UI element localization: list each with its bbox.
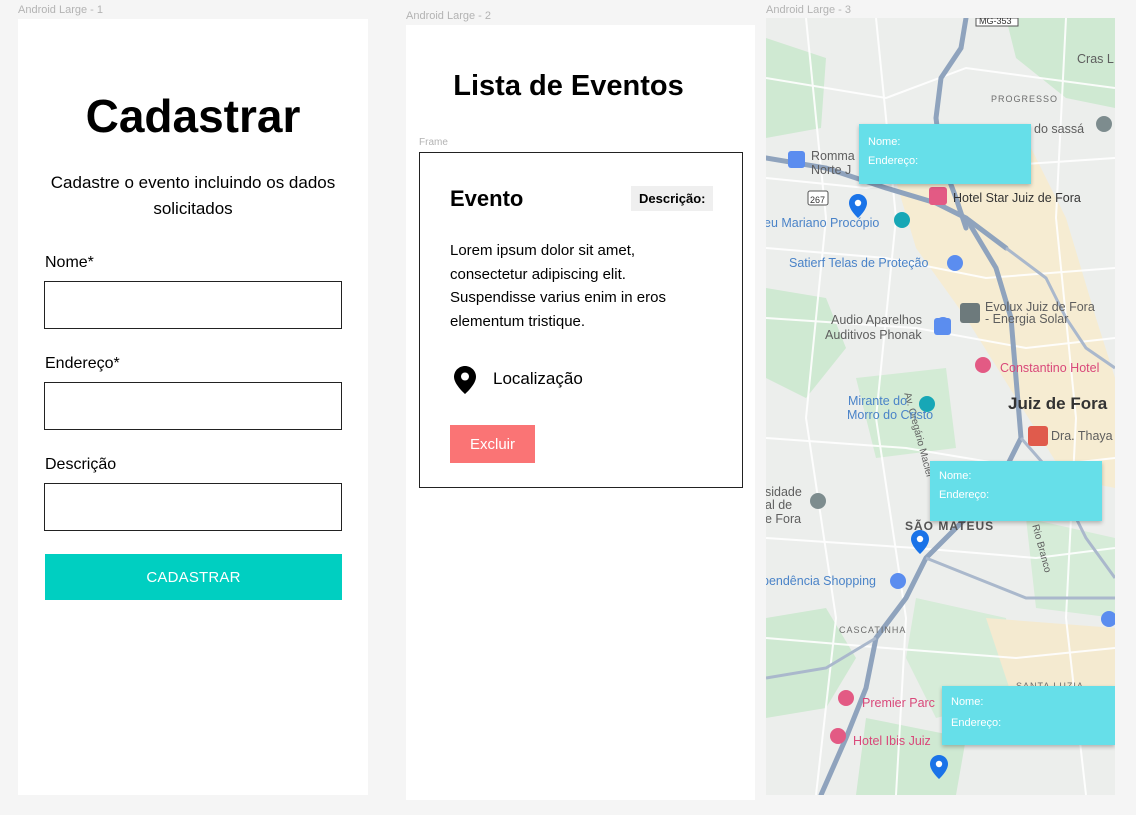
delete-button[interactable]: Excluir [450,425,535,463]
map-popup[interactable]: Nome: Endereço: [942,686,1115,745]
map-screen[interactable]: MG-353 Cras L PROGRESSO do sassá Romma N… [766,18,1115,795]
description-badge: Descrição: [631,186,714,211]
frame-caption: Frame [419,137,448,148]
map-label-ibis: Hotel Ibis Juiz [853,734,931,748]
event-description: Lorem ipsum dolor sit amet, consectetur … [450,242,666,330]
map-popup[interactable]: Nome: Endereço: [859,124,1031,184]
map-label-sidade-3: e Fora [766,512,802,526]
map-label-sidade-1: sidade [766,485,802,499]
popup-address-label: Endereço: [939,489,990,501]
map-label-romma: Romma [811,149,855,163]
description-field[interactable] [44,483,342,531]
map-label-mariano: eu Mariano Procópio [766,216,880,230]
map-label-sassa: do sassá [1034,122,1085,136]
frame-label-android-2: Android Large - 2 [406,10,491,22]
map-label-shopping: pendência Shopping [766,574,876,588]
map-label-audio-1: Audio Aparelhos [831,313,923,327]
register-subtitle: Cadastre o evento incluindo os dados sol… [50,173,336,218]
frame-label-android-3: Android Large - 3 [766,4,851,16]
map-label-satierf: Satierf Telas de Proteção [789,256,929,270]
description-label: Descrição [45,456,117,473]
register-button[interactable]: CADASTRAR [45,554,342,600]
popup-name-label: Nome: [951,696,984,708]
map-label-mirante-2: Morro do Cristo [847,408,934,422]
map-label-progresso: PROGRESSO [991,94,1059,104]
map-label-cascatinha: CASCATINHA [839,625,907,635]
event-list-screen: Lista de Eventos Frame Evento Descrição:… [406,25,755,800]
frame-label-android-1: Android Large - 1 [18,4,103,16]
location-pin-icon [454,366,476,394]
popup-name-label: Nome: [939,470,972,482]
map-label-road-267: 267 [810,195,826,205]
map-label-juiz-de-fora: Juiz de Fora [1008,394,1108,413]
map-label-norte-j: Norte J [811,163,852,177]
map-label-mirante-1: Mirante do [848,394,908,408]
popup-address-label: Endereço: [951,717,1002,729]
name-label: Nome* [45,254,94,271]
register-title: Cadastrar [85,90,301,142]
map-label-hotel-star: Hotel Star Juiz de Fora [953,191,1081,205]
address-label: Endereço* [45,355,120,372]
map-label-energia: - Energia Solar [985,312,1069,326]
location-label[interactable]: Localização [493,369,583,389]
map-label-audio-2: Auditivos Phonak [825,328,922,342]
map-label-sidade-2: al de [766,498,793,512]
address-field[interactable] [44,382,342,430]
map-label-cras: Cras L [1077,52,1114,66]
register-screen: Cadastrar Cadastre o evento incluindo os… [18,19,368,795]
event-title: Evento [450,186,524,211]
map-label-thaya: Dra. Thaya [1051,429,1113,443]
event-card: Evento Descrição: Lorem ipsum dolor sit … [419,152,743,488]
name-field[interactable] [44,281,342,329]
event-list-title: Lista de Eventos [453,70,684,102]
map-label-sao-mateus: SÃO MATEUS [905,519,995,533]
popup-address-label: Endereço: [868,155,919,167]
map-popup[interactable]: Nome: Endereço: [930,461,1102,521]
map-label-premier: Premier Parc [862,696,935,710]
popup-name-label: Nome: [868,136,901,148]
map-label-constantino: Constantino Hotel [1000,361,1100,375]
map-label-road-sign: MG-353 [979,18,1012,26]
